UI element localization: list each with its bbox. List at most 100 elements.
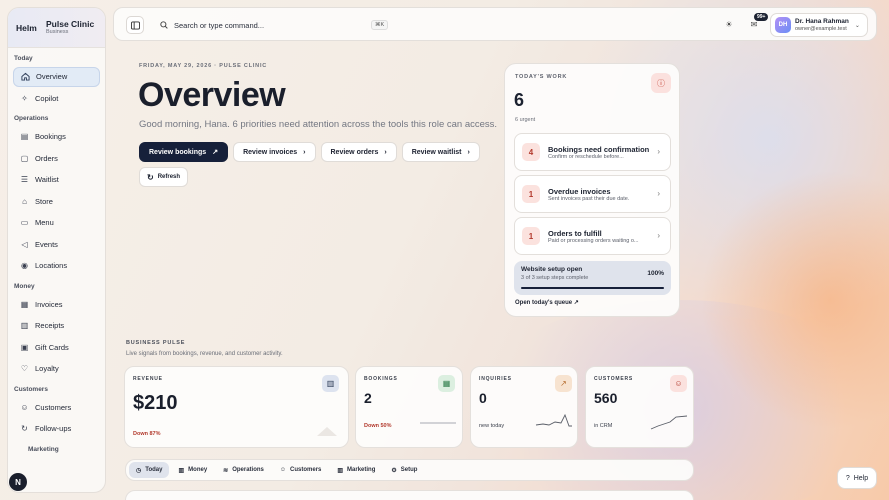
sidebar-toggle-button[interactable] [126, 16, 144, 34]
tab-today[interactable]: ◷ Today [129, 462, 170, 478]
task-count: 1 [522, 185, 540, 203]
business-pulse-label: BUSINESS PULSE [126, 340, 186, 346]
sidebar-item-loyalty[interactable]: ♡ Loyalty [13, 359, 100, 379]
task-orders-to-fulfill[interactable]: 1 Orders to fulfill Paid or processing o… [514, 217, 671, 255]
sidebar-item-gift-cards[interactable]: ▣ Gift Cards [13, 337, 100, 357]
home-icon [21, 72, 30, 81]
button-label: Help [853, 474, 869, 482]
task-count: 1 [522, 227, 540, 245]
user-name: Dr. Hana Rahman [795, 18, 849, 26]
page-title: Overview [138, 76, 286, 114]
revenue-card[interactable]: REVENUE ▥ $210 Down 87% [124, 366, 349, 448]
chevron-right-icon: › [384, 148, 387, 156]
nav-group-money: Money [14, 282, 35, 290]
open-queue-link[interactable]: Open today's queue ↗ [515, 299, 579, 306]
help-button[interactable]: ? Help [837, 467, 877, 489]
help-icon: ? [845, 474, 850, 482]
sidebar-item-locations[interactable]: ◉ Locations [13, 256, 100, 276]
task-count: 4 [522, 143, 540, 161]
sidebar-item-label: Events [35, 239, 58, 249]
work-urgent: 6 urgent [515, 117, 536, 123]
box-icon: ▢ [20, 153, 29, 163]
bottom-panel [125, 490, 694, 500]
receipt-icon: ▥ [20, 321, 29, 330]
review-waitlist-button[interactable]: Review waitlist › [401, 142, 480, 162]
button-label: Review waitlist [411, 148, 462, 156]
chart-icon: ▥ [322, 375, 339, 392]
card-value: 560 [594, 390, 618, 406]
card-value: $210 [133, 392, 178, 414]
n-badge[interactable]: N [9, 473, 27, 491]
tab-setup[interactable]: ⚙ Setup [384, 462, 424, 478]
sidebar-item-label: Store [35, 196, 53, 206]
review-orders-button[interactable]: Review orders › [320, 142, 397, 162]
notifications-badge: 99+ [754, 13, 769, 21]
nav-group-customers: Customers [14, 385, 48, 393]
task-bookings-confirmation[interactable]: 4 Bookings need confirmation Confirm or … [514, 133, 671, 171]
hero-actions: Review bookings ↗ Review invoices › Revi… [139, 142, 480, 162]
sidebar-item-menu[interactable]: ▭ Menu [13, 213, 100, 233]
bookings-card[interactable]: BOOKINGS ▦ 2 Down 50% [355, 366, 463, 448]
refresh-icon: ↻ [147, 172, 154, 182]
layers-icon: ≋ [223, 467, 229, 474]
task-title: Bookings need confirmation [548, 144, 650, 154]
tab-label: Today [145, 467, 163, 473]
sidebar-item-label: Waitlist [35, 175, 59, 184]
sidebar-item-copilot[interactable]: ✧ Copilot [13, 88, 100, 108]
task-overdue-invoices[interactable]: 1 Overdue invoices Sent invoices past th… [514, 175, 671, 213]
business-pulse-sub: Live signals from bookings, revenue, and… [126, 351, 283, 357]
review-invoices-button[interactable]: Review invoices › [233, 142, 316, 162]
book-icon: ▭ [20, 218, 29, 227]
refresh-icon: ↻ [21, 424, 28, 433]
tab-customers[interactable]: ☺ Customers [273, 462, 328, 478]
brand-name: Pulse Clinic [46, 18, 95, 29]
work-label: TODAY'S WORK [515, 74, 568, 80]
pin-icon: ◉ [21, 261, 28, 270]
sidebar-item-label: Menu [35, 218, 54, 227]
sidebar-item-bookings[interactable]: ▤ Bookings [13, 127, 100, 147]
sidebar-item-waitlist[interactable]: ☰ Waitlist [13, 170, 100, 190]
sidebar-item-overview[interactable]: Overview [13, 66, 100, 87]
customers-card[interactable]: CUSTOMERS ☺ 560 in CRM [585, 366, 694, 448]
revenue-sparkline [317, 427, 337, 436]
chevron-right-icon: › [657, 231, 660, 240]
sliders-icon: ⚙ [391, 467, 397, 474]
nav-group-marketing: Marketing [28, 445, 59, 453]
calendar-icon: ▤ [20, 132, 29, 141]
sidebar-item-label: Follow-ups [35, 424, 72, 433]
shortcut-hint: ⌘K [371, 20, 389, 30]
sidebar: Helm Pulse Clinic Business Today Overvie… [7, 7, 106, 493]
link-label: Open today's queue [515, 300, 573, 306]
sidebar-item-follow-ups[interactable]: ↻ Follow-ups [13, 419, 100, 439]
review-bookings-button[interactable]: Review bookings ↗ [139, 142, 229, 162]
sidebar-item-invoices[interactable]: ▦ Invoices [13, 294, 100, 314]
inquiries-card[interactable]: INQUIRIES ↗ 0 new today [470, 366, 578, 448]
sidebar-item-customers[interactable]: ☺ Customers [13, 397, 100, 417]
calendar-icon: ▦ [438, 375, 455, 392]
task-desc: Confirm or reschedule before... [548, 153, 624, 160]
chevron-right-icon: › [467, 148, 470, 156]
chevron-down-icon: ⌄ [854, 22, 860, 29]
arrow-up-right-icon: ↗ [212, 149, 219, 156]
search-input[interactable]: Search or type command... ⌘K [152, 15, 392, 35]
users-icon: ☺ [670, 375, 687, 392]
refresh-button[interactable]: ↻ Refresh [139, 167, 189, 187]
task-desc: Sent invoices past their due date. [548, 195, 630, 202]
tab-marketing[interactable]: ▥ Marketing [330, 462, 382, 478]
tab-label: Operations [232, 467, 264, 473]
sidebar-item-receipts[interactable]: ▥ Receipts [13, 316, 100, 336]
brand[interactable]: Helm Pulse Clinic Business [8, 8, 105, 48]
sidebar-item-orders[interactable]: ▢ Orders [13, 148, 100, 168]
setup-progress-fill [521, 287, 664, 289]
sidebar-item-label: Receipts [35, 321, 65, 330]
sidebar-item-events[interactable]: ◁ Events [13, 234, 100, 254]
theme-toggle-icon[interactable]: ☀ [723, 18, 735, 30]
sidebar-item-label: Bookings [35, 132, 66, 141]
tab-money[interactable]: ▥ Money [171, 462, 214, 478]
tab-operations[interactable]: ≋ Operations [216, 462, 271, 478]
sidebar-item-store[interactable]: ⌂ Store [13, 191, 100, 211]
website-setup-progress[interactable]: Website setup open 3 of 3 setup steps co… [514, 261, 671, 295]
card-label: REVENUE [133, 376, 163, 382]
nav-group-today: Today [14, 55, 33, 62]
user-menu[interactable]: DH Dr. Hana Rahman owner@example.test ⌄ [770, 13, 868, 37]
